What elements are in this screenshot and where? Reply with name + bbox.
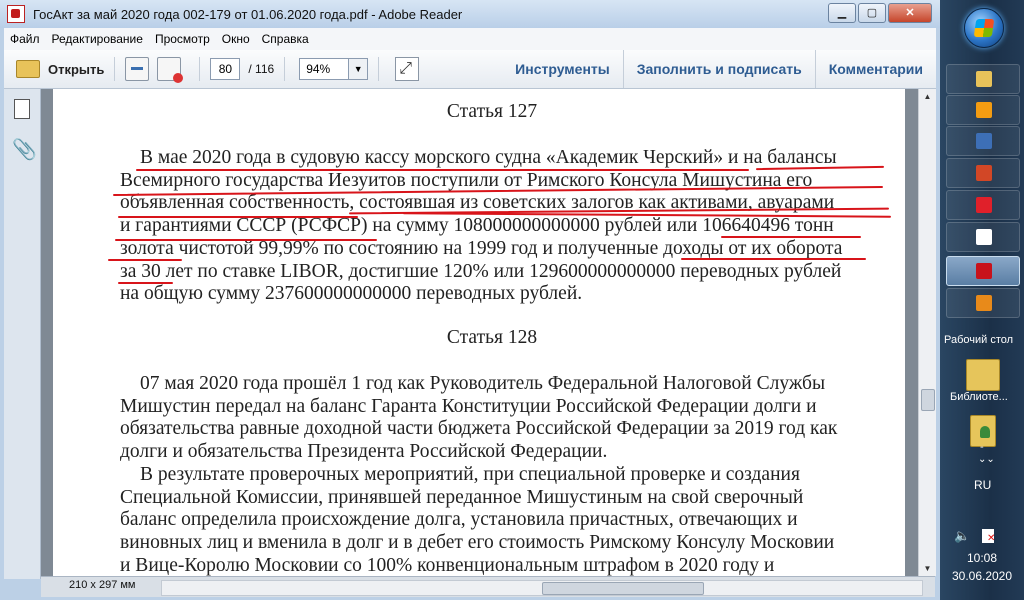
taskbar-button-yandex-browser[interactable] [946,222,1020,252]
chevron-down-icon[interactable]: ▼ [349,58,369,80]
scroll-down-icon[interactable]: ▼ [919,561,936,576]
open-button[interactable]: Открыть [16,60,104,78]
menu-bar: Файл Редактирование Просмотр Окно Справк… [4,28,936,50]
text-line: баланс определила происхождение долга, у… [120,509,798,531]
article-128-text: 07 мая 2020 года прошёл 1 год как Руково… [120,373,860,576]
start-button[interactable] [964,8,1004,48]
taskbar-button-opera[interactable] [946,190,1020,220]
clock-time[interactable]: 10:08 [940,551,1024,565]
libraries-folder-icon[interactable] [966,359,1000,391]
toolbar: Открыть 80 / 116 94% ▼ Инструменты Запол… [4,50,936,89]
page-number-input[interactable]: 80 [210,58,241,80]
zoom-value[interactable]: 94% [299,58,350,80]
zoom-select[interactable]: 94% ▼ [299,58,369,80]
vertical-scrollbar[interactable]: ▲ ▼ [918,89,936,576]
text-line: обязательства равные доходной части бюдж… [120,418,838,440]
minimize-button[interactable]: ▁ [828,3,856,23]
red-underline [681,258,866,260]
menu-file[interactable]: Файл [4,32,46,46]
menu-help[interactable]: Справка [256,32,315,46]
opera-icon [976,197,992,213]
taskbar-button-save-disk[interactable] [946,126,1020,156]
speaker-icon[interactable]: 🔈 [954,529,970,544]
page-total: / 116 [248,62,275,76]
taskbar-button-explorer[interactable] [946,64,1020,94]
text-line: долги и обязательства Президента Российс… [120,441,608,463]
red-underline [108,259,182,261]
text-line: на общую сумму 237600000000000 переводны… [120,283,583,305]
taskbar-button-settings-app[interactable] [946,288,1020,318]
language-indicator[interactable]: RU [974,478,991,492]
fit-page-icon[interactable] [395,57,420,81]
folder-open-icon [16,60,40,78]
taskbar-button-powerpoint[interactable] [946,158,1020,188]
action-center-flag-icon[interactable] [982,529,995,544]
adobe-reader-window: ГосАкт за май 2020 года 002-179 от 01.06… [0,0,940,600]
comments-link[interactable]: Комментарии [814,50,936,88]
toolbar-divider [114,57,116,81]
maximize-button[interactable]: ▢ [858,3,886,23]
yandex-browser-icon [976,229,992,245]
text-line: Специальной Комиссии, принявшей переданн… [120,486,804,508]
page-size: 210 x 297 мм [69,579,136,591]
user-folder-label: - [980,441,984,453]
text-line: за 30 лет по ставке LIBOR, достигшие 120… [120,260,842,282]
adobe-reader-app-icon [7,5,25,23]
navigation-pane: 📎 [4,89,41,579]
fill-sign-link[interactable]: Заполнить и подписать [622,50,815,88]
horizontal-scrollbar[interactable] [161,580,923,596]
text-line: В мае 2020 года в судовую кассу морского… [140,147,837,168]
menu-view[interactable]: Просмотр [149,32,216,46]
red-underline [721,236,861,238]
tools-link[interactable]: Инструменты [502,50,623,88]
explorer-icon [976,71,992,87]
print-icon[interactable] [157,57,184,83]
toolbar-divider [199,57,201,81]
red-underline [118,282,173,284]
toolbar-divider [284,57,286,81]
status-bar: 210 x 297 мм [41,576,935,597]
red-underline [136,169,749,171]
powerpoint-icon [976,165,992,181]
windows-logo-icon [973,19,995,37]
clock-date[interactable]: 30.06.2020 [940,569,1024,583]
attachments-paperclip-icon[interactable]: 📎 [12,137,37,161]
text-line: и Вице-Королю Московии со 100% конвенцио… [120,554,775,576]
toolbar-divider [378,57,380,81]
open-button-label: Открыть [48,61,105,77]
taskbar-button-media-player[interactable] [946,95,1020,125]
text-line: виновных лиц и вменила в долг и в дебет … [120,531,835,553]
pdf-page: Статья 127 В мае 2020 года в судовую кас… [53,89,905,576]
menu-window[interactable]: Окно [216,32,256,46]
media-player-icon [976,102,992,118]
scroll-up-icon[interactable]: ▲ [919,89,936,104]
article-128-heading: Статья 128 [446,327,538,348]
window-title: ГосАкт за май 2020 года 002-179 от 01.06… [33,6,463,22]
close-button[interactable]: ✕ [888,3,932,23]
article-127-heading: Статья 127 [446,101,538,122]
scroll-thumb[interactable] [542,582,704,595]
document-area[interactable]: Статья 127 В мае 2020 года в судовую кас… [41,89,918,576]
text-line: В результате проверочных мероприятий, пр… [140,463,800,485]
page-thumbnails-icon[interactable] [10,96,30,119]
settings-app-icon [976,295,992,311]
text-line: и гарантиями СССР (РСФСР) на сумму 10800… [120,215,834,237]
desktop-label[interactable]: Рабочий стол [944,334,1013,346]
scroll-thumb[interactable] [921,389,935,411]
adobe-reader-icon [976,263,992,279]
title-bar[interactable]: ГосАкт за май 2020 года 002-179 от 01.06… [0,0,940,28]
taskbar: Рабочий стол Библиоте... - ⌄⌄ RU 🔈 10:08… [940,0,1024,600]
taskbar-button-adobe-reader[interactable] [946,256,1020,286]
create-pdf-icon[interactable] [125,57,150,81]
red-underline [118,216,358,218]
text-line: Мишустин передал на баланс Гаранта Конст… [120,395,817,417]
chevron-down-icon[interactable]: ⌄⌄ [978,454,995,465]
menu-edit[interactable]: Редактирование [46,32,149,46]
save-disk-icon [976,133,992,149]
text-line: 07 мая 2020 года прошёл 1 год как Руково… [140,373,826,394]
libraries-label[interactable]: Библиоте... [950,391,1008,403]
red-underline [115,239,377,241]
